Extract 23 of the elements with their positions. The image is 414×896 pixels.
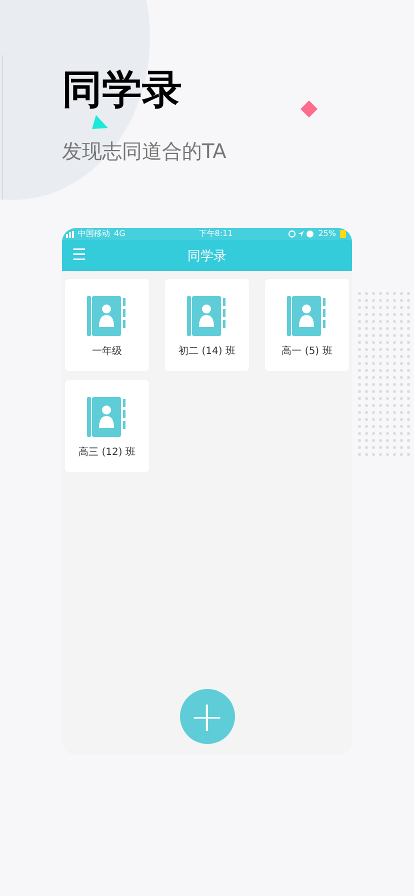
contact-book-icon — [287, 296, 327, 336]
class-card[interactable]: 初二 (14) 班 — [165, 279, 249, 371]
status-icons — [288, 230, 314, 238]
status-time: 下午8:11 — [198, 229, 233, 239]
contact-book-icon — [87, 397, 127, 437]
headline: 同学录 — [62, 66, 182, 114]
class-card[interactable]: 一年级 — [65, 279, 149, 371]
contact-book-icon — [87, 296, 127, 336]
subtitle: 发现志同道合的TA — [62, 138, 226, 164]
contact-book-icon — [187, 296, 227, 336]
class-card[interactable]: 高一 (5) 班 — [265, 279, 349, 371]
battery-icon — [340, 230, 346, 238]
class-name: 高一 (5) 班 — [282, 344, 332, 358]
class-name: 初二 (14) 班 — [178, 344, 236, 358]
signal-icon — [66, 230, 74, 238]
triangle-icon — [92, 115, 108, 129]
class-name: 一年级 — [92, 345, 122, 358]
nav-title: 同学录 — [188, 248, 226, 264]
network-text: 4G — [114, 229, 126, 239]
battery-text: 25% — [318, 229, 336, 239]
carrier-text: 中国移动 — [78, 229, 110, 239]
class-name: 高三 (12) 班 — [78, 446, 136, 459]
class-card[interactable]: 高三 (12) 班 — [65, 380, 149, 472]
